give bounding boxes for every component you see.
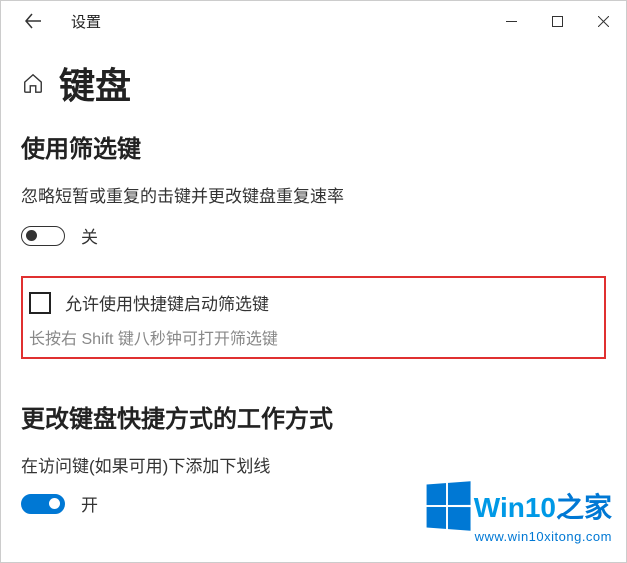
maximize-button[interactable]	[534, 1, 580, 41]
highlighted-option: 允许使用快捷键启动筛选键 长按右 Shift 键八秒钟可打开筛选键	[21, 276, 606, 359]
home-icon[interactable]	[21, 71, 45, 95]
underline-access-keys-toggle[interactable]	[21, 494, 65, 514]
page-title: 键盘	[59, 57, 131, 109]
close-icon	[598, 16, 609, 27]
shortcut-enable-checkbox[interactable]	[29, 292, 51, 314]
underline-access-keys-label: 在访问键(如果可用)下添加下划线	[21, 452, 606, 477]
filter-keys-toggle-label: 关	[81, 223, 98, 248]
shortcuts-section-title: 更改键盘快捷方式的工作方式	[21, 399, 606, 434]
underline-toggle-label: 开	[81, 491, 98, 516]
close-button[interactable]	[580, 1, 626, 41]
titlebar: 设置	[1, 1, 626, 41]
maximize-icon	[552, 16, 563, 27]
watermark: Win10之家 www.win10xitong.com	[424, 483, 612, 544]
filter-keys-section-title: 使用筛选键	[21, 129, 606, 164]
windows-logo-icon	[426, 481, 470, 531]
window-title: 设置	[71, 11, 101, 32]
page-header: 键盘	[1, 41, 626, 129]
window-controls	[488, 1, 626, 41]
back-arrow-icon	[25, 13, 41, 29]
shortcut-hint: 长按右 Shift 键八秒钟可打开筛选键	[29, 325, 598, 349]
shortcut-enable-label: 允许使用快捷键启动筛选键	[65, 290, 269, 315]
filter-keys-description: 忽略短暂或重复的击键并更改键盘重复速率	[21, 182, 606, 207]
watermark-url: www.win10xitong.com	[475, 529, 612, 544]
back-button[interactable]	[13, 1, 53, 41]
minimize-icon	[506, 16, 517, 27]
watermark-brand: Win10之家	[474, 486, 612, 526]
filter-keys-toggle[interactable]	[21, 226, 65, 246]
minimize-button[interactable]	[488, 1, 534, 41]
